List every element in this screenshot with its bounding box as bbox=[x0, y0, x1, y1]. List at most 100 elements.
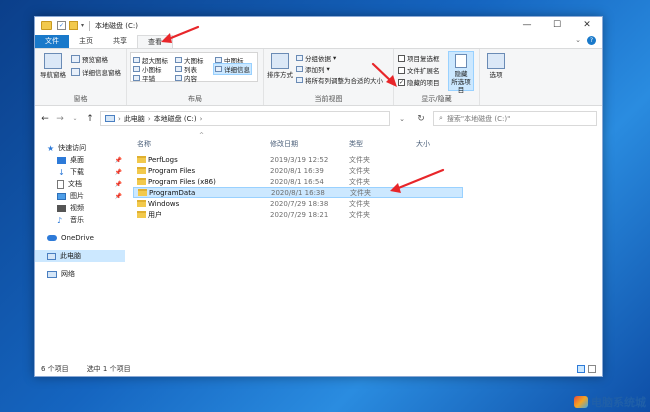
layout-tiles[interactable]: 平铺 bbox=[133, 73, 155, 83]
file-name: Windows bbox=[148, 199, 180, 208]
nav-label: 网络 bbox=[61, 270, 75, 278]
minimize-button[interactable]: — bbox=[512, 17, 542, 34]
options-button[interactable]: 选项 bbox=[484, 53, 508, 79]
new-folder-quick-icon[interactable] bbox=[69, 21, 78, 30]
properties-quick-icon[interactable]: ✓ bbox=[57, 21, 66, 30]
details-view-icon[interactable] bbox=[577, 365, 585, 373]
chevron-right-icon: › bbox=[199, 114, 203, 123]
table-row[interactable]: 用户 2020/7/29 18:21 文件夹 bbox=[133, 209, 463, 220]
details-pane-button[interactable]: 详细信息窗格 bbox=[71, 67, 121, 77]
chevron-right-icon: › bbox=[147, 114, 151, 123]
table-row-selected[interactable]: ProgramData 2020/8/1 16:38 文件夹 bbox=[133, 187, 463, 198]
tab-home[interactable]: 主页 bbox=[69, 35, 103, 48]
group-panes: 导航窗格 预览窗格 详细信息窗格 窗格 bbox=[35, 49, 127, 105]
column-size[interactable]: 大小 bbox=[416, 139, 430, 149]
expand-ribbon-icon[interactable]: ⌄ bbox=[575, 36, 581, 45]
group-by-label: 分组依据 bbox=[305, 55, 331, 63]
large-icons-icon bbox=[175, 57, 182, 63]
nav-desktop[interactable]: 桌面 📌 bbox=[35, 154, 125, 166]
column-name[interactable]: 名称 bbox=[137, 139, 151, 149]
nav-videos[interactable]: 视频 bbox=[35, 202, 125, 214]
dropdown-icon: ▾ bbox=[333, 54, 337, 62]
videos-icon bbox=[57, 204, 66, 212]
group-by-button[interactable]: 分组依据 ▾ bbox=[296, 53, 336, 63]
sort-icon bbox=[271, 53, 289, 69]
file-type: 文件夹 bbox=[349, 155, 370, 164]
back-arrow-icon[interactable]: ← bbox=[40, 114, 50, 124]
file-date: 2020/8/1 16:38 bbox=[271, 188, 325, 197]
nav-pictures[interactable]: 图片 📌 bbox=[35, 190, 125, 202]
details-pane-icon bbox=[71, 68, 80, 76]
up-arrow-icon[interactable]: ↑ bbox=[85, 114, 95, 124]
tab-view[interactable]: 查看 bbox=[137, 35, 173, 48]
layout-label: 详细信息 bbox=[224, 66, 250, 74]
fit-columns-label: 将所有列调整为合适的大小 bbox=[305, 77, 383, 85]
recent-dropdown-icon[interactable]: ⌄ bbox=[70, 115, 80, 122]
item-checkboxes-toggle[interactable]: 项目复选框 bbox=[398, 53, 440, 63]
network-icon bbox=[47, 270, 57, 278]
group-layout: 超大图标 大图标 中图标 小图标 列表 详细信息 平铺 内容 布局 bbox=[127, 49, 264, 105]
layout-content[interactable]: 内容 bbox=[175, 73, 197, 83]
table-row[interactable]: Program Files 2020/8/1 16:39 文件夹 bbox=[133, 165, 463, 176]
column-type[interactable]: 类型 bbox=[349, 139, 363, 149]
preview-pane-button[interactable]: 预览窗格 bbox=[71, 54, 108, 64]
hide-selected-button[interactable]: 隐藏 所选项目 bbox=[448, 51, 474, 94]
hidden-items-toggle[interactable]: ✓ 隐藏的项目 bbox=[398, 77, 440, 87]
add-column-button[interactable]: 添加列 ▾ bbox=[296, 64, 330, 74]
nav-music[interactable]: ♪ 音乐 bbox=[35, 214, 125, 226]
close-button[interactable]: ✕ bbox=[572, 17, 602, 34]
address-bar[interactable]: › 此电脑 › 本地磁盘 (C:) › bbox=[100, 111, 390, 126]
dropdown-icon: ▾ bbox=[326, 65, 330, 73]
pictures-icon bbox=[57, 192, 66, 200]
refresh-icon[interactable]: ↻ bbox=[414, 114, 428, 124]
file-type: 文件夹 bbox=[349, 199, 370, 208]
group-by-icon bbox=[296, 55, 303, 61]
nav-downloads[interactable]: ↓ 下载 📌 bbox=[35, 166, 125, 178]
table-row[interactable]: PerfLogs 2019/3/19 12:52 文件夹 bbox=[133, 154, 463, 165]
nav-network[interactable]: 网络 bbox=[35, 268, 125, 280]
content-area: ★ 快速访问 桌面 📌 ↓ 下载 📌 文档 📌 图片 📌 视频 ♪ 音乐 OneDrive 此… bbox=[35, 132, 602, 362]
file-extensions-toggle[interactable]: 文件扩展名 bbox=[398, 65, 440, 75]
pin-icon: 📌 bbox=[114, 168, 122, 176]
file-type: 文件夹 bbox=[350, 188, 371, 197]
nav-this-pc[interactable]: 此电脑 bbox=[35, 250, 125, 262]
preview-pane-icon bbox=[71, 55, 80, 63]
fit-columns-button[interactable]: 将所有列调整为合适的大小 bbox=[296, 75, 383, 85]
large-icons-view-icon[interactable] bbox=[588, 365, 596, 373]
column-modified[interactable]: 修改日期 bbox=[270, 139, 298, 149]
table-row[interactable]: Program Files (x86) 2020/8/1 16:54 文件夹 bbox=[133, 176, 463, 187]
help-icon[interactable]: ? bbox=[587, 36, 596, 45]
pin-icon: 📌 bbox=[114, 180, 122, 188]
add-column-label: 添加列 bbox=[305, 66, 325, 74]
nav-onedrive[interactable]: OneDrive bbox=[35, 232, 125, 244]
group-label-layout: 布局 bbox=[188, 95, 202, 103]
quick-access-dropdown-icon[interactable]: ▾ bbox=[81, 22, 84, 29]
ribbon-tabs: 文件 主页 共享 查看 ⌄ ? bbox=[35, 34, 602, 48]
breadcrumb-this-pc[interactable]: 此电脑 bbox=[124, 114, 145, 124]
title-bar: ✓ ▾ 本地磁盘 (C:) — ☐ ✕ bbox=[35, 17, 602, 34]
sort-by-button[interactable]: 排序方式 bbox=[266, 53, 294, 79]
group-options: 选项 bbox=[480, 49, 512, 105]
tab-file[interactable]: 文件 bbox=[35, 35, 69, 48]
nav-pane-button[interactable]: 导航窗格 bbox=[38, 53, 68, 79]
explorer-window: ✓ ▾ 本地磁盘 (C:) — ☐ ✕ 文件 主页 共享 查看 ⌄ ? 导航窗格 bbox=[34, 16, 603, 377]
breadcrumb-local-disk[interactable]: 本地磁盘 (C:) bbox=[154, 114, 197, 124]
group-current-view: 排序方式 分组依据 ▾ 添加列 ▾ 将所有列调整为合适的大小 当前视图 bbox=[264, 49, 394, 105]
table-row[interactable]: Windows 2020/7/29 18:38 文件夹 bbox=[133, 198, 463, 209]
preview-pane-label: 预览窗格 bbox=[82, 56, 108, 64]
ribbon-tabs-right: ⌄ ? bbox=[575, 36, 596, 45]
maximize-button[interactable]: ☐ bbox=[542, 17, 572, 34]
layout-label: 内容 bbox=[184, 75, 197, 83]
forward-arrow-icon[interactable]: → bbox=[55, 114, 65, 124]
layout-details[interactable]: 详细信息 bbox=[213, 63, 252, 75]
computer-icon bbox=[105, 115, 115, 122]
search-box[interactable]: ⌕ 搜索"本地磁盘 (C:)" bbox=[433, 111, 597, 126]
nav-label: 快速访问 bbox=[58, 144, 87, 152]
nav-quick-access[interactable]: ★ 快速访问 bbox=[35, 142, 125, 154]
details-icon bbox=[215, 66, 222, 72]
list-icon bbox=[175, 66, 182, 72]
nav-documents[interactable]: 文档 📌 bbox=[35, 178, 125, 190]
address-dropdown-icon[interactable]: ⌄ bbox=[395, 115, 409, 123]
tab-share[interactable]: 共享 bbox=[103, 35, 137, 48]
nav-label: 视频 bbox=[70, 204, 84, 212]
